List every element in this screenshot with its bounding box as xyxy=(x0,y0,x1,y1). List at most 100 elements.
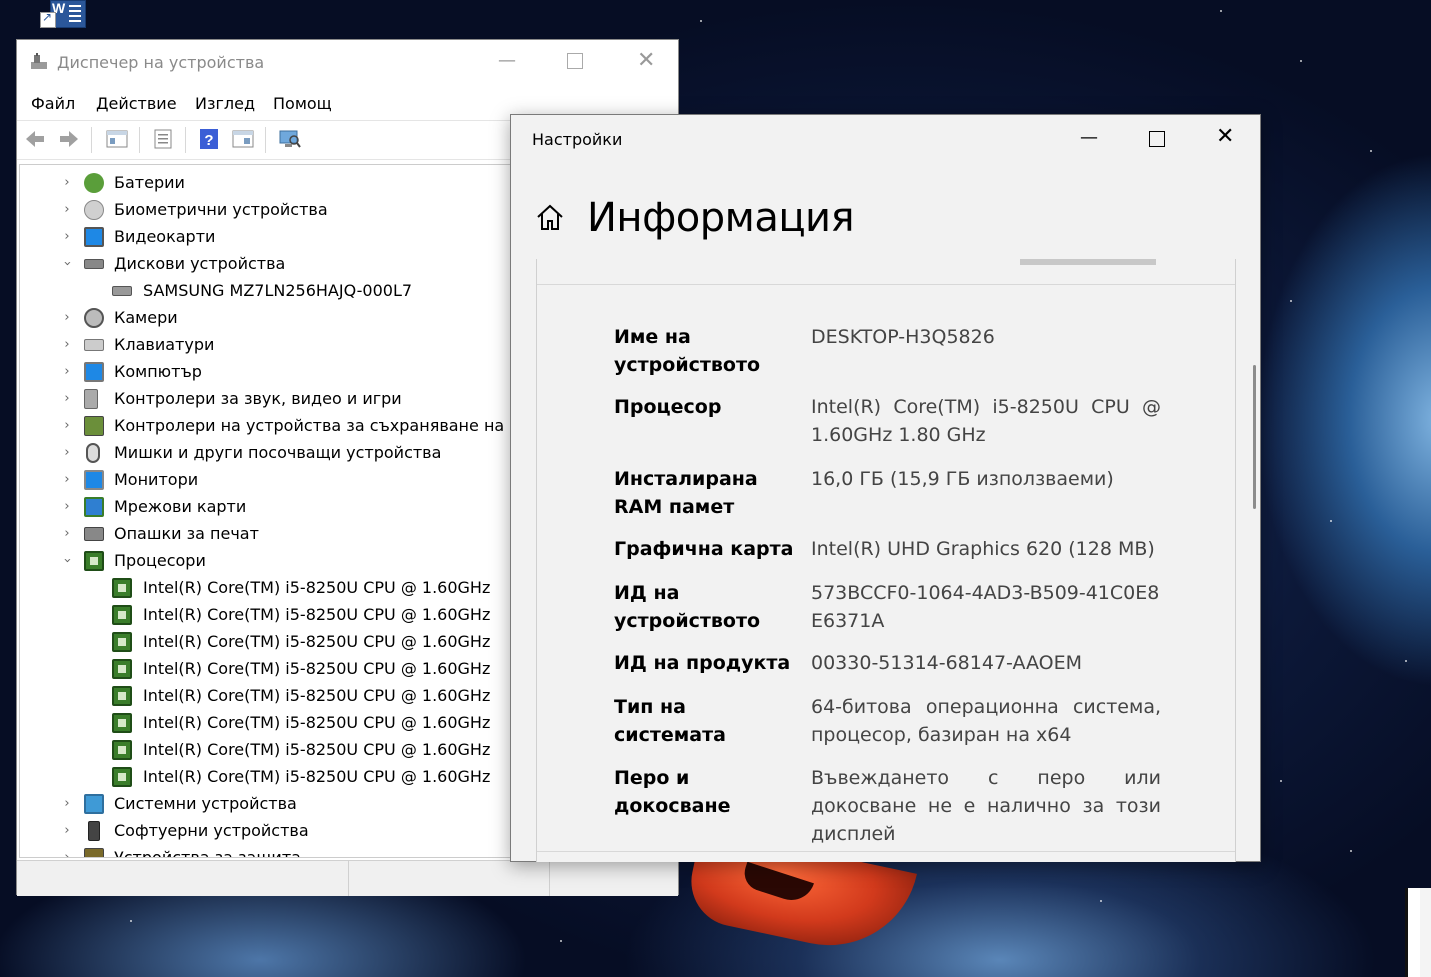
chevron-down-icon[interactable]: › xyxy=(54,257,81,271)
chevron-right-icon[interactable]: › xyxy=(60,304,74,331)
tree-item-label: Биометрични устройства xyxy=(114,200,328,219)
mouse-icon xyxy=(86,443,100,463)
page-title: Информация xyxy=(587,195,855,241)
chevron-right-icon[interactable]: › xyxy=(60,844,74,857)
shortcut-arrow-icon xyxy=(40,10,56,28)
menu-help[interactable]: Помощ xyxy=(273,94,332,113)
chevron-right-icon[interactable]: › xyxy=(60,439,74,466)
star xyxy=(1290,300,1292,302)
spec-key: Инсталирана RAM памет xyxy=(614,468,758,518)
spec-key: Графична карта xyxy=(614,538,794,560)
tree-item-label: Клавиатури xyxy=(114,335,215,354)
chevron-right-icon[interactable]: › xyxy=(60,169,74,196)
tree-item-label: Камери xyxy=(114,308,178,327)
chevron-right-icon[interactable]: › xyxy=(60,790,74,817)
settings-header: Информация xyxy=(511,163,1260,259)
spec-value[interactable]: DESKTOP-H3Q5826 xyxy=(811,323,1161,351)
chevron-right-icon[interactable]: › xyxy=(60,412,74,439)
chevron-down-icon[interactable]: › xyxy=(54,554,81,568)
spec-device-id: ИД на устройството 573BCCF0-1064-4AD3-B5… xyxy=(614,579,1204,635)
spec-processor: Процесор Intel(R) Core(TM) i5-8250U CPU … xyxy=(614,393,1204,449)
spec-product-id: ИД на продукта 00330-51314-68147-AAOEM xyxy=(614,649,1204,679)
status-bar-segment xyxy=(549,861,550,896)
tree-item-label: Монитори xyxy=(114,470,199,489)
processor-icon xyxy=(84,551,104,571)
view-details-icon[interactable] xyxy=(232,128,254,150)
chevron-right-icon[interactable]: › xyxy=(60,466,74,493)
chevron-right-icon[interactable]: › xyxy=(60,196,74,223)
star xyxy=(1300,60,1302,62)
battery-icon xyxy=(84,173,104,193)
processor-icon xyxy=(112,578,132,598)
star xyxy=(130,920,132,922)
properties-icon[interactable] xyxy=(152,128,174,150)
spec-device-name: Име на устройството DESKTOP-H3Q5826 xyxy=(614,323,1204,379)
processor-icon xyxy=(112,605,132,625)
tree-item-label: Контролери за звук, видео и игри xyxy=(114,389,402,408)
spec-key: Име на устройството xyxy=(614,326,761,376)
chevron-right-icon[interactable]: › xyxy=(60,493,74,520)
scroll-indicator-tab xyxy=(1020,259,1156,265)
spec-value[interactable]: Intel(R) UHD Graphics 620 (128 MB) xyxy=(811,535,1161,563)
chevron-right-icon[interactable]: › xyxy=(60,331,74,358)
minimize-button[interactable]: — xyxy=(1080,129,1098,147)
speaker-icon xyxy=(84,389,98,409)
tree-item-label: Мрежови карти xyxy=(114,497,247,516)
settings-window[interactable]: Настройки — ✕ Информация Име на устройст… xyxy=(510,114,1261,862)
disk-drive-icon xyxy=(84,259,104,269)
star xyxy=(1350,850,1352,852)
camera-icon xyxy=(84,308,104,328)
spec-key: ИД на продукта xyxy=(614,652,791,674)
star xyxy=(700,20,702,22)
chevron-right-icon[interactable]: › xyxy=(60,520,74,547)
status-bar xyxy=(17,860,678,896)
spec-ram: Инсталирана RAM памет 16,0 ГБ (15,9 ГБ и… xyxy=(614,465,1204,521)
menu-view[interactable]: Изглед xyxy=(195,94,255,113)
spec-value[interactable]: Въвеждането с перо или докосване не е на… xyxy=(811,764,1161,848)
spec-value[interactable]: 00330-51314-68147-AAOEM xyxy=(811,649,1161,677)
scan-hardware-icon[interactable] xyxy=(279,128,301,150)
spec-value[interactable]: 64-битова операционна система, процесор,… xyxy=(811,693,1161,749)
tree-item-label: Intel(R) Core(TM) i5-8250U CPU @ 1.60GHz xyxy=(143,578,491,597)
close-button[interactable]: ✕ xyxy=(637,50,655,72)
vertical-scrollbar[interactable] xyxy=(1253,365,1256,509)
star xyxy=(1405,660,1407,662)
maximize-button[interactable] xyxy=(567,53,583,69)
minimize-button[interactable]: — xyxy=(498,52,516,70)
forward-arrow-icon[interactable] xyxy=(58,128,80,150)
chevron-right-icon[interactable]: › xyxy=(60,817,74,844)
spec-key: Тип на системата xyxy=(614,696,726,746)
device-manager-icon xyxy=(31,53,47,69)
home-icon[interactable] xyxy=(535,203,565,233)
star xyxy=(560,940,562,942)
menu-file[interactable]: Файл xyxy=(31,94,75,113)
maximize-button[interactable] xyxy=(1149,131,1165,147)
tree-item-label: Видеокарти xyxy=(114,227,216,246)
word-shortcut-icon[interactable]: W xyxy=(40,0,86,30)
help-icon[interactable]: ? xyxy=(198,128,220,150)
chevron-right-icon[interactable]: › xyxy=(60,223,74,250)
tree-item-label: Intel(R) Core(TM) i5-8250U CPU @ 1.60GHz xyxy=(143,740,491,759)
tree-item-label: Intel(R) Core(TM) i5-8250U CPU @ 1.60GHz xyxy=(143,659,491,678)
close-button[interactable]: ✕ xyxy=(1216,126,1234,148)
processor-icon xyxy=(112,740,132,760)
settings-title: Настройки xyxy=(532,130,623,149)
show-hide-tree-icon[interactable] xyxy=(106,128,128,150)
back-arrow-icon[interactable] xyxy=(24,128,46,150)
tree-item-label: Процесори xyxy=(114,551,206,570)
spec-value[interactable]: 573BCCF0-1064-4AD3-B509-41C0E8E6371A xyxy=(811,579,1161,635)
chevron-right-icon[interactable]: › xyxy=(60,385,74,412)
tree-item-label: Батерии xyxy=(114,173,185,192)
tree-item-label: Дискови устройства xyxy=(114,254,286,273)
security-device-icon xyxy=(84,848,104,857)
menu-action[interactable]: Действие xyxy=(96,94,177,113)
spec-value[interactable]: 16,0 ГБ (15,9 ГБ използваеми) xyxy=(811,465,1161,493)
processor-icon xyxy=(112,767,132,787)
fingerprint-icon xyxy=(84,200,104,220)
chevron-right-icon[interactable]: › xyxy=(60,358,74,385)
settings-titlebar[interactable]: Настройки — ✕ xyxy=(511,115,1260,163)
spec-value[interactable]: Intel(R) Core(TM) i5-8250U CPU @ 1.60GHz… xyxy=(811,393,1161,449)
svg-text:?: ? xyxy=(204,132,213,149)
device-manager-titlebar[interactable]: Диспечер на устройства — ✕ xyxy=(17,40,678,86)
toolbar-separator xyxy=(265,127,266,153)
